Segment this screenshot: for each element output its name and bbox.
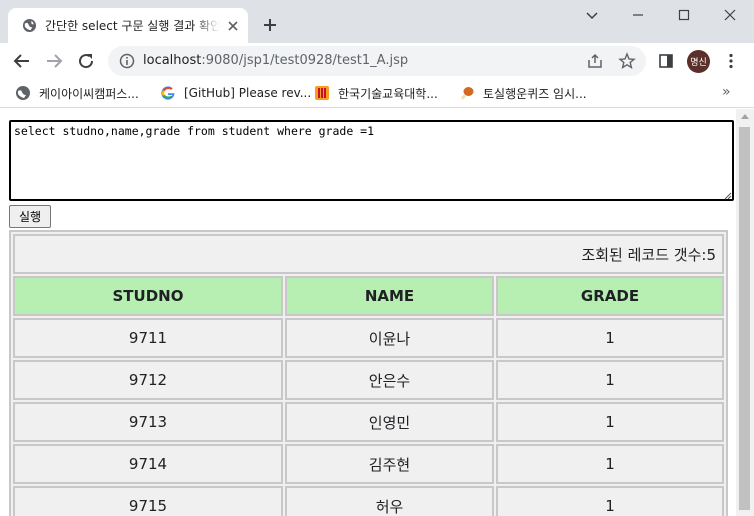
scroll-up-arrow-icon[interactable] (741, 114, 749, 119)
column-header-name: NAME (285, 276, 494, 316)
tab-search-icon[interactable] (569, 0, 615, 30)
bookmark-item[interactable]: 케이아이씨캠퍼스... (15, 84, 139, 102)
cell-grade: 1 (496, 318, 724, 358)
cell-name: 인영민 (285, 402, 494, 442)
bookmarks-more-icon[interactable]: » (722, 84, 731, 100)
browser-tab[interactable]: 간단한 select 구문 실행 결과 확인 (8, 8, 248, 43)
star-icon[interactable] (618, 52, 636, 70)
google-icon (160, 85, 176, 101)
profile-avatar[interactable]: 명신 (687, 50, 710, 73)
address-bar[interactable]: localhost:9080/jsp1/test0928/test1_A.jsp (108, 46, 646, 76)
column-header-grade: GRADE (496, 276, 724, 316)
bookmark-item[interactable]: [GitHub] Please rev... (160, 84, 311, 102)
run-button[interactable]: 실행 (9, 205, 51, 228)
cell-studno: 9711 (13, 318, 283, 358)
cell-name: 안은수 (285, 360, 494, 400)
record-count: 조회된 레코드 갯수:5 (13, 234, 724, 274)
back-arrow-icon[interactable] (13, 52, 31, 70)
menu-dots-icon[interactable] (722, 52, 740, 70)
koreatech-icon (314, 85, 330, 101)
globe-icon (15, 85, 31, 101)
browser-toolbar: localhost:9080/jsp1/test0928/test1_A.jsp… (0, 43, 754, 79)
tab-title: 간단한 select 구문 실행 결과 확인 (45, 18, 220, 34)
info-icon[interactable] (119, 53, 135, 69)
sql-query-textarea[interactable]: select studno,name,grade from student wh… (9, 120, 734, 201)
reload-icon[interactable] (77, 52, 95, 70)
resize-grip-icon[interactable] (722, 189, 732, 200)
bookmark-label: 한국기술교육대학... (338, 86, 438, 101)
cell-studno: 9712 (13, 360, 283, 400)
url-text: localhost:9080/jsp1/test0928/test1_A.jsp (143, 52, 408, 70)
table-row: 9711 이윤나 1 (13, 318, 724, 358)
url-host: localhost (143, 53, 202, 68)
scrollbar-thumb[interactable] (739, 127, 750, 510)
bookmark-label: 토실행운퀴즈 임시... (483, 86, 587, 101)
bookmarks-bar: 케이아이씨캠퍼스... [GitHub] Please rev... 한국기술교… (0, 79, 754, 108)
cell-studno: 9713 (13, 402, 283, 442)
column-header-studno: STUDNO (13, 276, 283, 316)
new-tab-icon[interactable] (262, 17, 278, 33)
cell-name: 김주현 (285, 444, 494, 484)
cell-studno: 9714 (13, 444, 283, 484)
cell-grade: 1 (496, 360, 724, 400)
share-icon[interactable] (586, 52, 604, 70)
table-row: 9713 인영민 1 (13, 402, 724, 442)
globe-icon (22, 18, 37, 33)
minimize-icon[interactable] (615, 0, 661, 30)
cell-studno: 9715 (13, 486, 283, 516)
cell-grade: 1 (496, 444, 724, 484)
maximize-icon[interactable] (661, 0, 707, 30)
bookmark-label: [GitHub] Please rev... (184, 86, 312, 100)
cell-grade: 1 (496, 402, 724, 442)
url-path: :9080/jsp1/test0928/test1_A.jsp (201, 53, 409, 68)
vertical-scrollbar[interactable] (736, 109, 754, 516)
bookmark-label: 케이아이씨캠퍼스... (39, 86, 139, 101)
forward-arrow-icon[interactable] (45, 52, 63, 70)
table-row: 9714 김주현 1 (13, 444, 724, 484)
page-content: select studno,name,grade from student wh… (0, 109, 754, 516)
cell-name: 이윤나 (285, 318, 494, 358)
drumstick-icon (459, 85, 475, 101)
table-header-row: STUDNO NAME GRADE (13, 276, 724, 316)
table-row: 9715 허우 1 (13, 486, 724, 516)
result-table: 조회된 레코드 갯수:5 STUDNO NAME GRADE 9711 이윤나 … (9, 230, 728, 516)
tab-close-icon[interactable] (226, 19, 240, 33)
close-icon[interactable] (707, 0, 753, 30)
cell-grade: 1 (496, 486, 724, 516)
cell-name: 허우 (285, 486, 494, 516)
bookmark-item[interactable]: 한국기술교육대학... (314, 84, 438, 102)
tab-strip: 간단한 select 구문 실행 결과 확인 (0, 0, 754, 43)
side-panel-icon[interactable] (657, 52, 675, 70)
bookmark-item[interactable]: 토실행운퀴즈 임시... (459, 84, 587, 102)
table-row: 9712 안은수 1 (13, 360, 724, 400)
